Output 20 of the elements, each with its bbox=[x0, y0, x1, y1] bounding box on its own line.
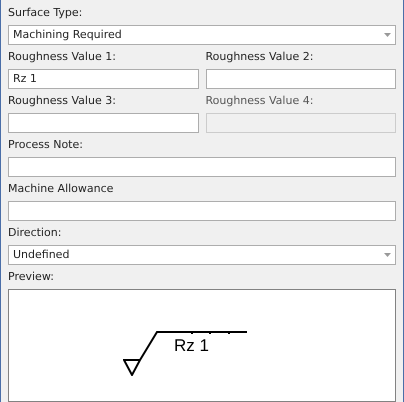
caret-icon bbox=[384, 32, 391, 37]
roughness-text: Rz 1 bbox=[174, 336, 209, 355]
input-field[interactable] bbox=[206, 68, 396, 89]
caret-icon bbox=[384, 252, 391, 257]
input-field[interactable] bbox=[8, 112, 198, 133]
field-label: Roughness Value 3: bbox=[8, 94, 117, 107]
field-label: Roughness Value 4: bbox=[206, 94, 314, 107]
field-label: Machine Allowance bbox=[8, 182, 114, 195]
field-label: Roughness Value 1: bbox=[8, 50, 117, 63]
surface-type-dropdown[interactable]: Machining Required bbox=[8, 25, 396, 45]
direction-dropdown[interactable]: Undefined bbox=[8, 244, 396, 265]
field-label: Direction: bbox=[8, 226, 62, 239]
field-label: Preview: bbox=[8, 270, 55, 283]
field-label: Surface Type: bbox=[8, 6, 84, 19]
field-label: Roughness Value 2: bbox=[206, 50, 314, 63]
input-field[interactable] bbox=[8, 156, 396, 177]
input-field[interactable] bbox=[8, 200, 396, 221]
field-label: Process Note: bbox=[8, 138, 84, 151]
surface-finish-symbol-icon bbox=[123, 330, 249, 376]
input-field[interactable]: Rz 1 bbox=[8, 68, 198, 89]
